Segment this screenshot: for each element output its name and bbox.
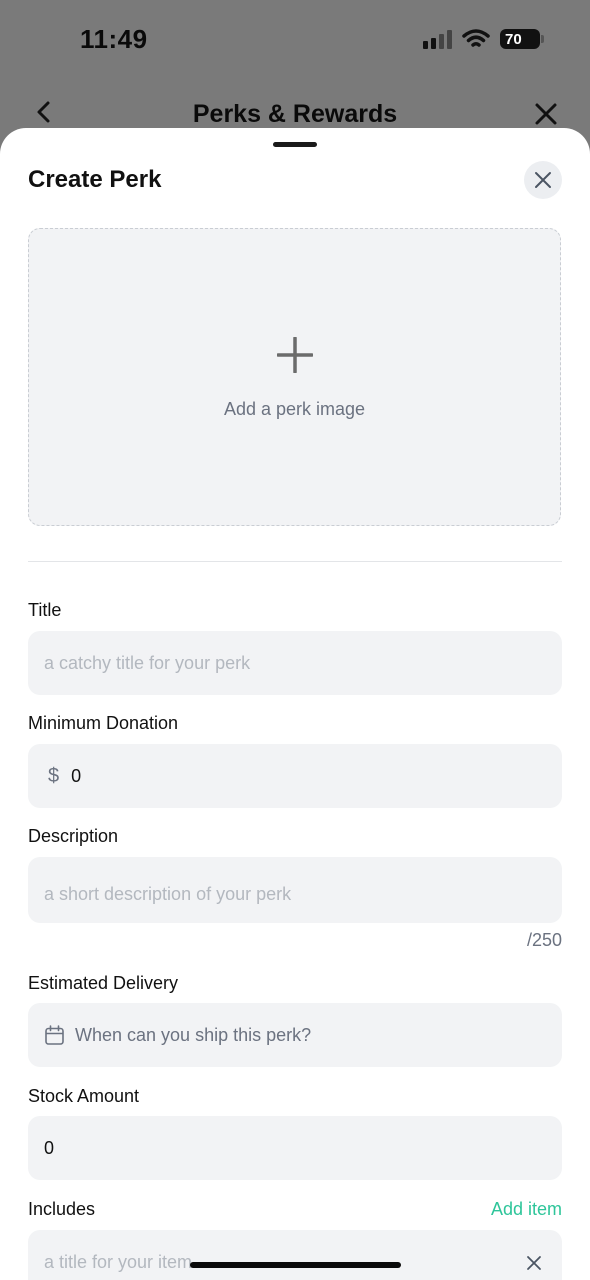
status-time: 11:49 — [80, 24, 148, 54]
minimum-donation-input[interactable] — [71, 765, 546, 787]
wifi-icon — [462, 29, 490, 47]
cellular-signal-icon — [423, 29, 452, 49]
battery-level: 70 — [505, 30, 522, 48]
add-item-link[interactable]: Add item — [491, 1199, 562, 1220]
title-label: Title — [28, 600, 62, 620]
remove-item-icon[interactable] — [526, 1255, 542, 1271]
stock-amount-field[interactable] — [28, 1116, 562, 1180]
battery-icon: 70 — [500, 29, 544, 49]
include-item-field[interactable] — [28, 1230, 562, 1280]
description-field[interactable] — [28, 857, 562, 923]
plus-icon — [277, 337, 313, 373]
page-title: Perks & Rewards — [192, 100, 398, 128]
perk-image-upload[interactable]: Add a perk image — [28, 228, 561, 526]
title-input[interactable] — [44, 652, 546, 674]
includes-label: Includes — [28, 1199, 96, 1219]
description-char-counter: /250 — [526, 930, 562, 950]
estimated-delivery-field[interactable] — [28, 1003, 562, 1067]
stock-amount-label: Stock Amount — [28, 1086, 140, 1106]
status-bar: 11:49 70 — [0, 0, 590, 80]
divider — [28, 561, 562, 562]
description-label: Description — [28, 826, 119, 846]
close-icon — [535, 172, 551, 188]
estimated-delivery-label: Estimated Delivery — [28, 973, 179, 993]
image-upload-label: Add a perk image — [223, 399, 366, 419]
estimated-delivery-input[interactable] — [75, 1024, 546, 1046]
minimum-donation-label: Minimum Donation — [28, 713, 179, 733]
sheet-title: Create Perk — [28, 166, 162, 193]
sheet-grabber[interactable] — [273, 142, 317, 147]
stock-amount-input[interactable] — [44, 1137, 546, 1159]
create-perk-sheet: Create Perk Add a perk image Title Minim… — [0, 128, 590, 1280]
description-input[interactable] — [44, 884, 546, 905]
status-icons: 70 — [423, 28, 544, 50]
calendar-icon — [45, 1024, 64, 1045]
sheet-close-button[interactable] — [524, 161, 562, 199]
dollar-icon: $ — [48, 764, 60, 787]
close-icon[interactable] — [532, 100, 560, 128]
home-indicator — [190, 1262, 401, 1268]
minimum-donation-field[interactable]: $ — [28, 744, 562, 808]
title-field[interactable] — [28, 631, 562, 695]
